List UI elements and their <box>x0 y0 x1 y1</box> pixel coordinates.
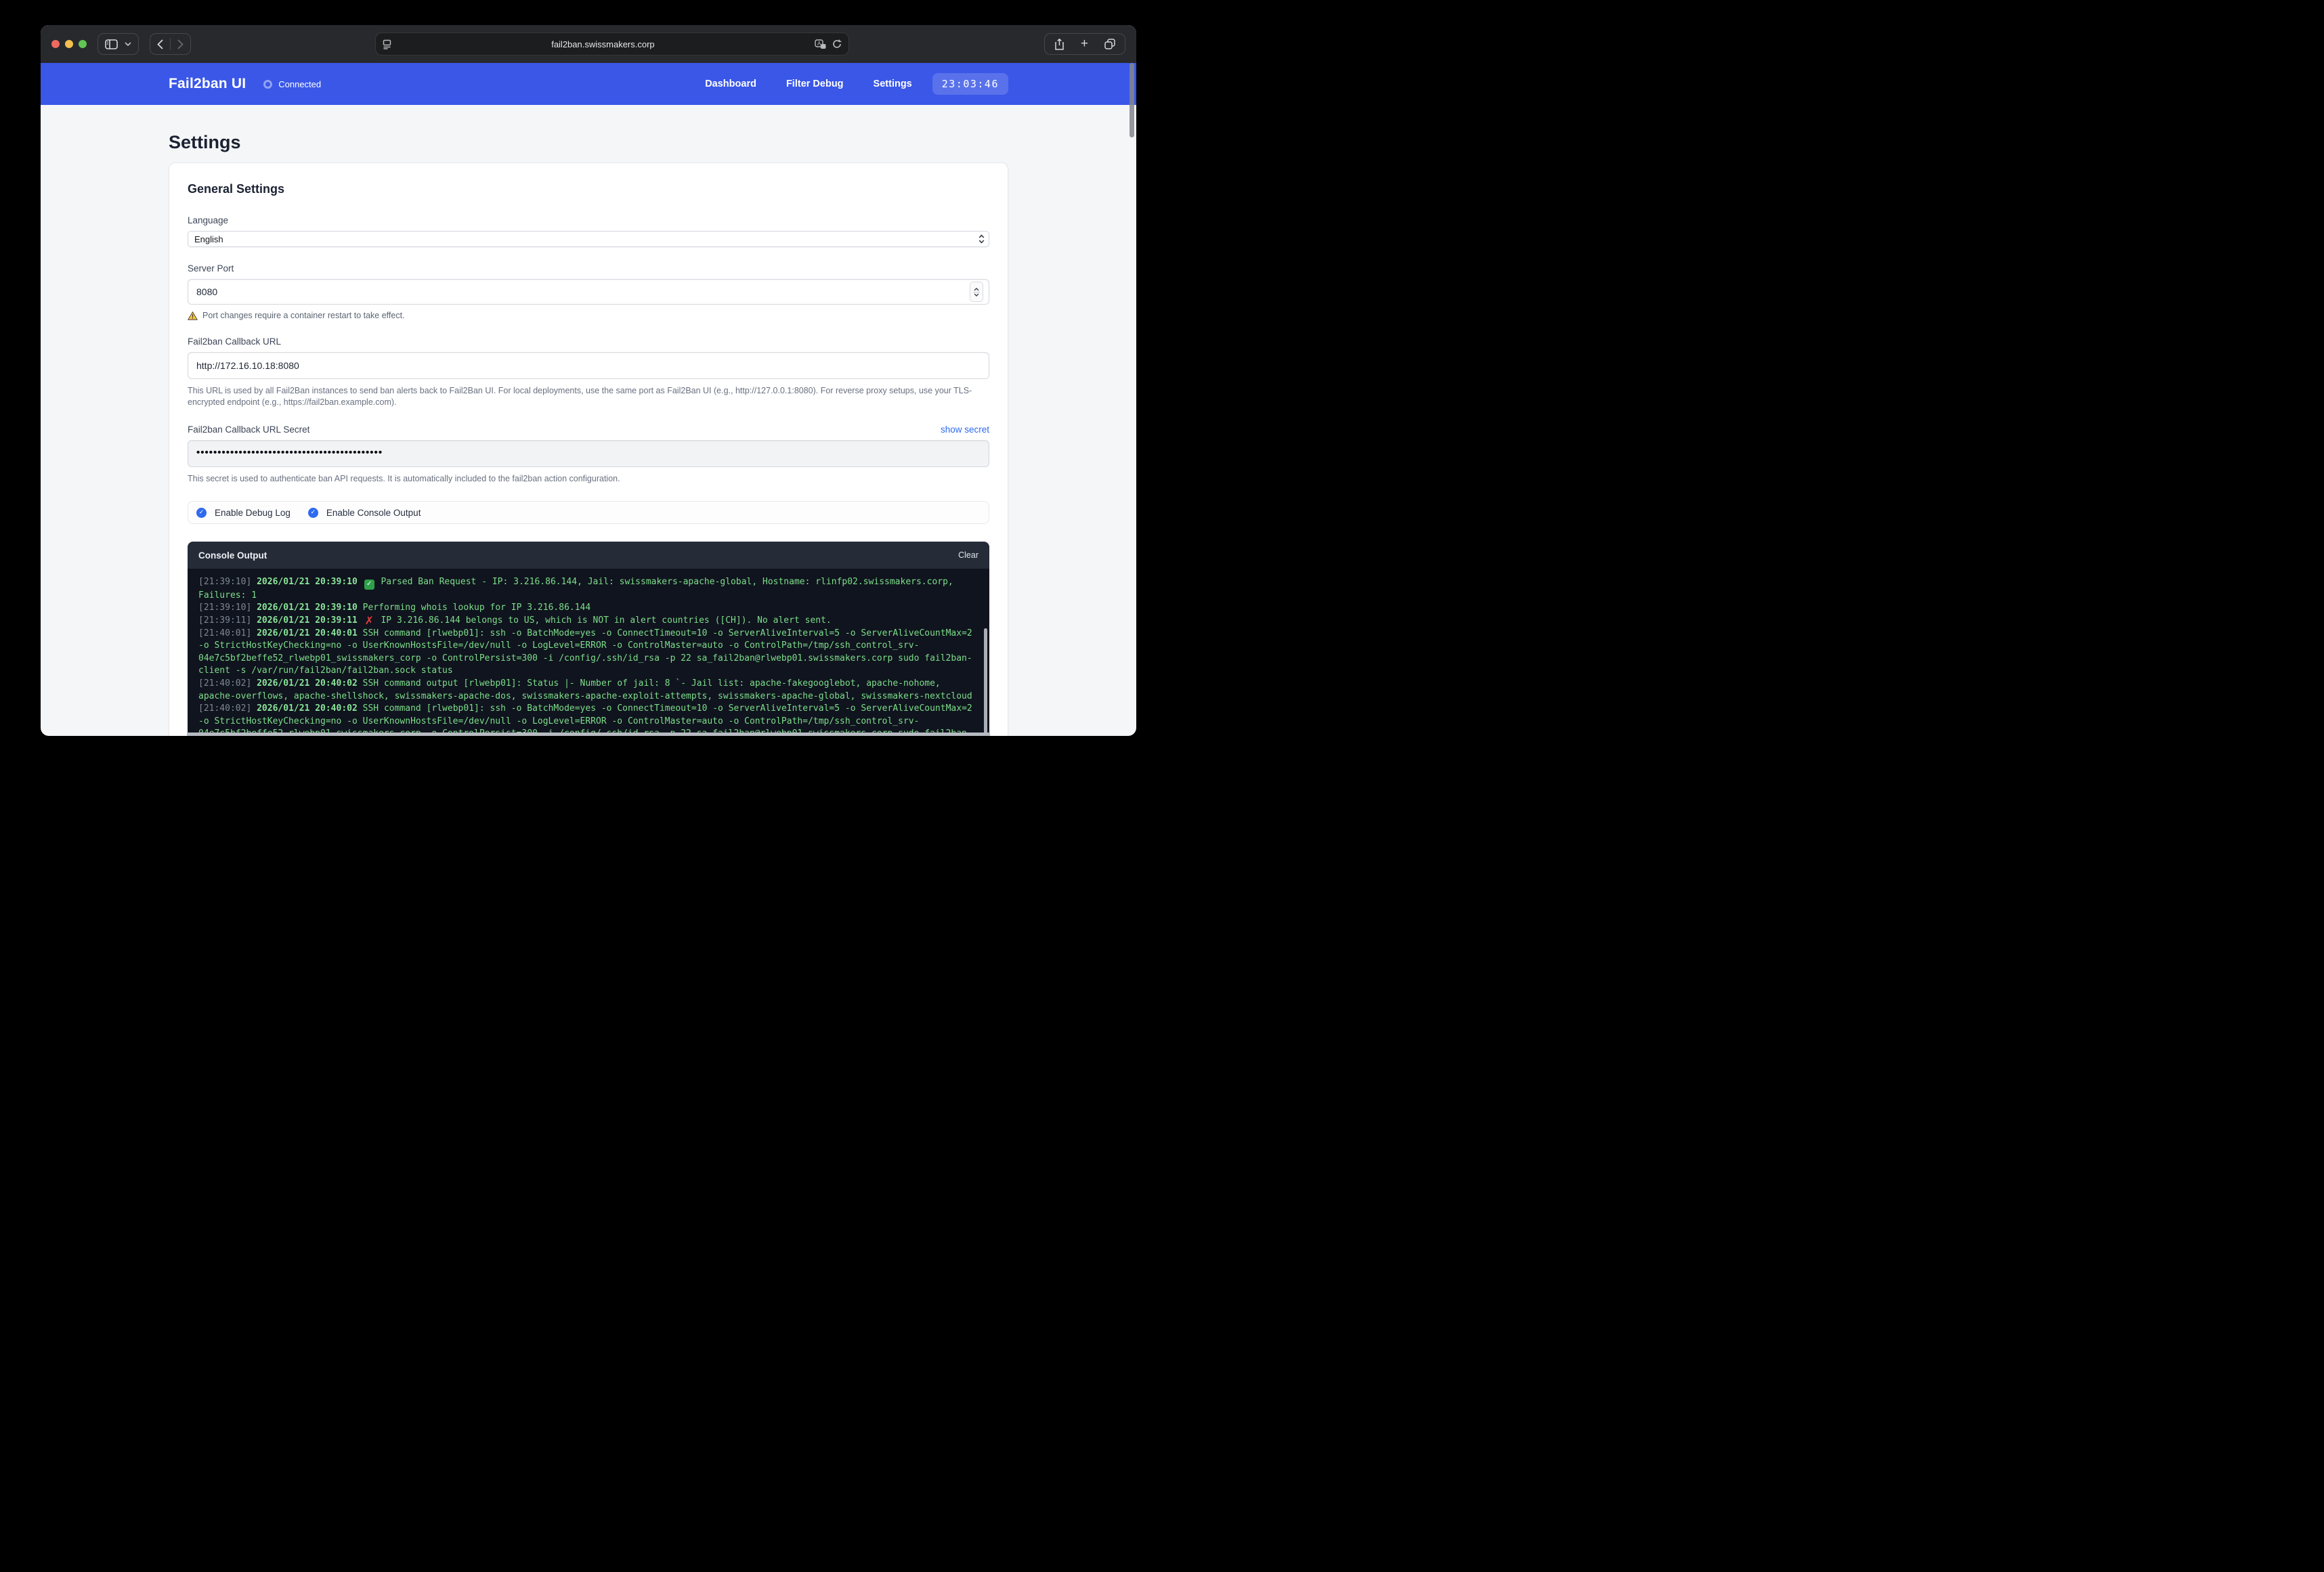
warning-icon <box>188 311 198 320</box>
check-emoji-icon: ✓ <box>364 580 374 590</box>
tab-overview-icon[interactable] <box>1104 39 1115 49</box>
toggle-1[interactable]: ✓ Enable Console Output <box>308 508 421 518</box>
language-label: Language <box>188 215 989 225</box>
server-port-label: Server Port <box>188 263 989 274</box>
select-stepper-icon <box>978 234 985 244</box>
settings-page: Settings General Settings Language Engli… <box>41 105 1136 736</box>
back-button[interactable] <box>157 39 163 49</box>
server-port-value: 8080 <box>196 286 217 297</box>
port-warning-text: Port changes require a container restart… <box>202 311 405 320</box>
language-value: English <box>194 234 223 244</box>
callback-url-help: This URL is used by all Fail2Ban instanc… <box>188 385 989 408</box>
close-window-button[interactable] <box>51 40 60 48</box>
new-tab-icon[interactable]: + <box>1081 37 1088 50</box>
sidebar-toggle-icon[interactable] <box>105 39 118 49</box>
page-title: Settings <box>169 132 1008 153</box>
history-nav-group <box>150 33 191 55</box>
console-title: Console Output <box>198 550 267 561</box>
checkbox-checked-icon[interactable]: ✓ <box>308 508 318 518</box>
nav-filter-debug[interactable]: Filter Debug <box>786 79 844 89</box>
log-entry: [21:39:11] 2026/01/21 20:39:11 ✗ IP 3.21… <box>198 615 974 628</box>
console-output[interactable]: [21:39:10] 2026/01/21 20:39:10 ✓ Parsed … <box>188 569 989 736</box>
connection-status-label: Connected <box>278 79 321 89</box>
clear-console-button[interactable]: Clear <box>958 550 978 560</box>
log-entry: [21:39:10] 2026/01/21 20:39:10 ✓ Parsed … <box>198 576 974 602</box>
header-clock: 23:03:46 <box>932 73 1008 95</box>
app-brand: Fail2ban UI <box>169 76 246 92</box>
sidebar-button-group <box>98 33 139 55</box>
browser-toolbar: fail2ban.swissmakers.corp A <box>41 25 1136 63</box>
page-scrollbar-thumb[interactable] <box>1129 63 1134 137</box>
toggle-label[interactable]: Enable Debug Log <box>215 508 290 518</box>
connection-status: Connected <box>263 79 321 89</box>
language-field: Language English <box>188 215 989 247</box>
show-secret-link[interactable]: show secret <box>941 424 989 435</box>
console-header: Console Output Clear <box>188 542 989 569</box>
masked-secret-value: ••••••••••••••••••••••••••••••••••••••••… <box>196 447 383 458</box>
server-port-input[interactable]: 8080 <box>188 279 989 305</box>
callback-url-value: http://172.16.10.18:8080 <box>196 360 299 371</box>
nav-settings[interactable]: Settings <box>874 79 912 89</box>
cross-emoji-icon: ✗ <box>364 616 374 626</box>
toggle-0[interactable]: ✓ Enable Debug Log <box>196 508 290 518</box>
callback-secret-field: Fail2ban Callback URL Secret show secret… <box>188 424 989 485</box>
callback-secret-label: Fail2ban Callback URL Secret <box>188 424 309 435</box>
zoom-window-button[interactable] <box>79 40 87 48</box>
reload-icon[interactable] <box>832 39 842 49</box>
checkbox-checked-icon[interactable]: ✓ <box>196 508 207 518</box>
port-warning: Port changes require a container restart… <box>188 311 989 320</box>
url-text[interactable]: fail2ban.swissmakers.corp <box>391 39 815 49</box>
app-header: Fail2ban UI Connected Dashboard Filter D… <box>41 63 1136 105</box>
translate-icon[interactable]: A <box>815 39 826 49</box>
log-entry: [21:40:02] 2026/01/21 20:40:02 SSH comma… <box>198 678 974 703</box>
general-settings-card: General Settings Language English Server… <box>169 162 1008 736</box>
window-controls <box>51 40 87 48</box>
server-port-field: Server Port 8080 <box>188 263 989 320</box>
debug-toggles-row: ✓ Enable Debug Log ✓ Enable Console Outp… <box>188 501 989 524</box>
chevron-down-icon[interactable] <box>125 42 131 46</box>
number-stepper-icon[interactable] <box>970 282 983 302</box>
divider <box>170 38 171 50</box>
callback-url-label: Fail2ban Callback URL <box>188 336 989 347</box>
callback-url-field: Fail2ban Callback URL http://172.16.10.1… <box>188 336 989 408</box>
browser-window: fail2ban.swissmakers.corp A <box>41 25 1136 736</box>
console-panel: Console Output Clear [21:39:10] 2026/01/… <box>188 542 989 736</box>
forward-button[interactable] <box>177 39 184 49</box>
minimize-window-button[interactable] <box>65 40 73 48</box>
toggle-label[interactable]: Enable Console Output <box>326 508 421 518</box>
log-entry: [21:40:01] 2026/01/21 20:40:01 SSH comma… <box>198 628 974 678</box>
main-nav: Dashboard Filter Debug Settings <box>705 79 912 89</box>
toolbar-right-group: + <box>1044 33 1125 55</box>
address-bar[interactable]: fail2ban.swissmakers.corp A <box>375 32 849 56</box>
log-entry: [21:39:10] 2026/01/21 20:39:10 Performin… <box>198 602 974 615</box>
share-icon[interactable] <box>1054 39 1064 50</box>
nav-dashboard[interactable]: Dashboard <box>705 79 756 89</box>
connected-indicator-icon <box>263 80 272 89</box>
callback-url-input[interactable]: http://172.16.10.18:8080 <box>188 352 989 379</box>
console-scrollbar-thumb[interactable] <box>984 628 987 736</box>
callback-secret-help: This secret is used to authenticate ban … <box>188 473 989 485</box>
console-horizontal-scrollbar[interactable] <box>187 733 990 736</box>
address-bar-area: fail2ban.swissmakers.corp A <box>191 32 1033 56</box>
callback-secret-input[interactable]: ••••••••••••••••••••••••••••••••••••••••… <box>188 440 989 467</box>
card-title: General Settings <box>188 182 989 196</box>
reader-view-icon[interactable] <box>383 39 391 49</box>
language-select[interactable]: English <box>188 231 989 247</box>
log-entry: [21:40:02] 2026/01/21 20:40:02 SSH comma… <box>198 703 974 736</box>
